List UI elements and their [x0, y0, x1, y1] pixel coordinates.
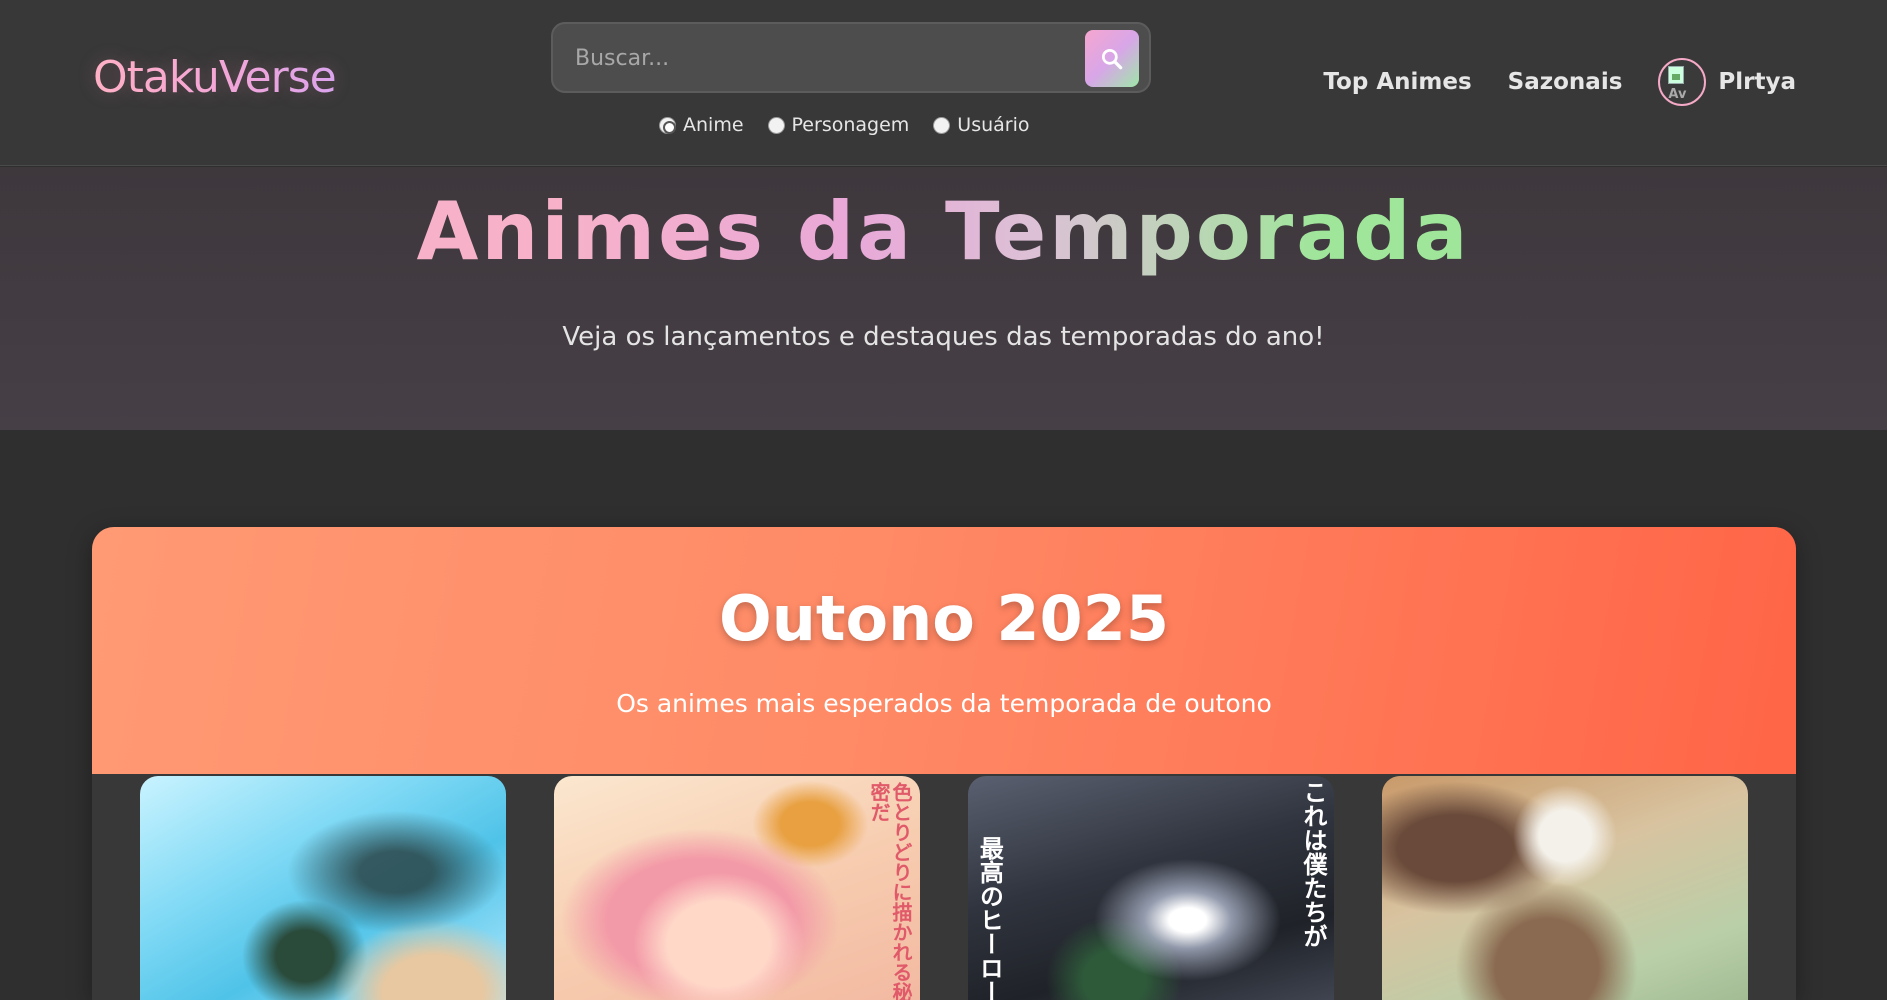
- search-type-options: Anime Personagem Usuário: [659, 112, 1030, 138]
- radio-usuario-label: Usuário: [957, 114, 1030, 136]
- radio-personagem-dot[interactable]: [767, 116, 785, 134]
- radio-usuario-dot[interactable]: [933, 116, 951, 134]
- radio-personagem[interactable]: Personagem: [767, 114, 910, 136]
- broken-image-icon: [1668, 66, 1685, 84]
- radio-anime-dot[interactable]: [659, 116, 676, 134]
- avatar[interactable]: Av: [1658, 58, 1707, 106]
- season-section: Outono 2025 Os animes mais esperados da …: [92, 527, 1796, 1000]
- season-header: Outono 2025 Os animes mais esperados da …: [92, 527, 1796, 774]
- radio-anime-label: Anime: [683, 114, 744, 136]
- poster-3-caption: これは僕たちが: [1299, 780, 1327, 948]
- poster-3-caption-2: 最高のヒーロー: [975, 836, 1004, 1000]
- page-subtitle: Veja os lançamentos e destaques das temp…: [562, 322, 1325, 352]
- anime-poster-4[interactable]: [1382, 776, 1748, 1000]
- nav-sazonais[interactable]: Sazonais: [1508, 69, 1623, 95]
- hero-banner: Animes da Temporada Veja os lançamentos …: [0, 167, 1887, 430]
- site-header: OtakuVerse Anime Personagem Usuário Top …: [0, 0, 1887, 166]
- user-name[interactable]: Plrtya: [1718, 69, 1796, 95]
- page-title: Animes da Temporada: [0, 185, 1887, 278]
- nav-top-animes[interactable]: Top Animes: [1323, 69, 1471, 95]
- radio-usuario[interactable]: Usuário: [933, 114, 1030, 136]
- radio-anime[interactable]: Anime: [659, 114, 744, 136]
- anime-poster-2[interactable]: 色とりどりに描かれる秘密だ: [554, 776, 920, 1000]
- search-button[interactable]: [1085, 30, 1139, 87]
- radio-personagem-label: Personagem: [791, 114, 910, 136]
- poster-2-caption: 色とりどりに描かれる秘密だ: [867, 782, 913, 1000]
- search-icon: [1101, 48, 1123, 69]
- anime-poster-1[interactable]: [140, 776, 506, 1000]
- site-logo[interactable]: OtakuVerse: [93, 52, 337, 103]
- season-subtitle: Os animes mais esperados da temporada de…: [616, 689, 1272, 718]
- user-menu[interactable]: Av Plrtya: [1658, 58, 1796, 106]
- avatar-alt-text: Av: [1668, 87, 1687, 102]
- season-title: Outono 2025: [719, 582, 1169, 655]
- search-box: [551, 22, 1151, 93]
- main-nav: Top Animes Sazonais Av Plrtya: [1323, 58, 1796, 106]
- search-input[interactable]: [575, 36, 1055, 80]
- anime-poster-3[interactable]: これは僕たちが 最高のヒーロー: [968, 776, 1334, 1000]
